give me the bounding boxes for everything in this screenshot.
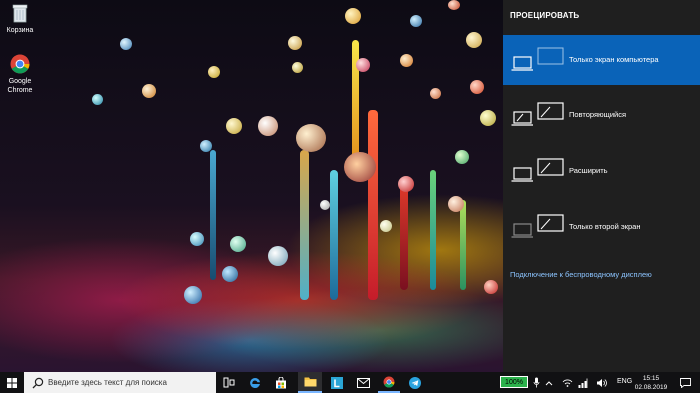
option-label: Только экран компьютера — [569, 55, 659, 64]
duplicate-icon — [511, 102, 564, 126]
speaker-icon — [596, 378, 607, 387]
l-app-icon — [331, 376, 343, 389]
clock-time: 15:15 — [642, 375, 660, 382]
telegram-icon — [409, 376, 421, 389]
option-second-screen-only[interactable]: Только второй экран — [503, 202, 700, 252]
volume-button[interactable] — [594, 372, 608, 393]
panel-title: ПРОЕЦИРОВАТЬ — [510, 11, 580, 20]
battery-indicator[interactable]: 100% — [500, 376, 528, 388]
second-screen-only-icon — [511, 214, 564, 238]
store-icon — [276, 376, 286, 388]
option-pc-screen-only[interactable]: Только экран компьютера — [503, 35, 700, 85]
option-label: Только второй экран — [569, 222, 641, 231]
mail-icon — [356, 377, 370, 388]
l-app-button[interactable] — [326, 372, 348, 393]
microphone-icon — [533, 377, 539, 388]
telegram-button[interactable] — [404, 372, 426, 393]
chrome-button[interactable] — [378, 372, 400, 393]
recycle-bin-icon — [12, 4, 28, 23]
task-view-button[interactable] — [218, 372, 240, 393]
desktop-icon-label: Корзина — [6, 27, 34, 34]
signal-strength-icon — [578, 378, 587, 388]
language-indicator[interactable]: ENG — [617, 378, 632, 385]
chrome-icon — [383, 376, 395, 387]
option-extend[interactable]: Расширить — [503, 146, 700, 196]
network-button[interactable] — [560, 372, 574, 393]
edge-button[interactable] — [244, 372, 266, 393]
desktop-icon-google-chrome[interactable]: Google Chrome — [0, 53, 44, 95]
clock-date: 02.08.2019 — [634, 384, 668, 391]
search-icon — [32, 377, 44, 388]
explorer-button[interactable] — [298, 372, 322, 393]
explorer-icon — [304, 377, 316, 387]
chrome-icon — [10, 54, 30, 74]
task-view-icon — [223, 377, 235, 388]
desktop-icon-label: Google Chrome — [7, 78, 33, 94]
edge-icon — [250, 377, 260, 388]
extend-icon — [511, 158, 564, 182]
taskbar: Введите здесь текст для поиска 100% ENG … — [0, 372, 700, 393]
option-label: Повторяющийся — [569, 110, 627, 119]
chevron-up-icon — [545, 380, 553, 385]
option-duplicate[interactable]: Повторяющийся — [503, 90, 700, 140]
wireless-display-link[interactable]: Подключение к беспроводному дисплею — [510, 270, 652, 279]
clock[interactable]: 15:15 02.08.2019 — [634, 374, 668, 392]
mail-button[interactable] — [352, 372, 374, 393]
show-hidden-icons-button[interactable] — [542, 372, 556, 393]
search-placeholder: Введите здесь текст для поиска — [48, 378, 167, 387]
notification-icon — [679, 377, 691, 388]
pc-screen-only-icon — [511, 47, 564, 71]
project-panel: ПРОЕЦИРОВАТЬ Только экран компьютера Пов… — [503, 0, 700, 372]
wifi-icon — [562, 379, 572, 387]
taskbar-search[interactable]: Введите здесь текст для поиска — [24, 372, 216, 393]
start-button[interactable] — [0, 372, 24, 393]
store-button[interactable] — [270, 372, 292, 393]
action-center-button[interactable] — [676, 372, 694, 393]
pen-button[interactable] — [530, 372, 542, 393]
signal-button[interactable] — [576, 372, 590, 393]
windows-logo-icon — [7, 377, 17, 388]
option-label: Расширить — [569, 166, 608, 175]
desktop-icon-recycle-bin[interactable]: Корзина — [0, 2, 44, 35]
